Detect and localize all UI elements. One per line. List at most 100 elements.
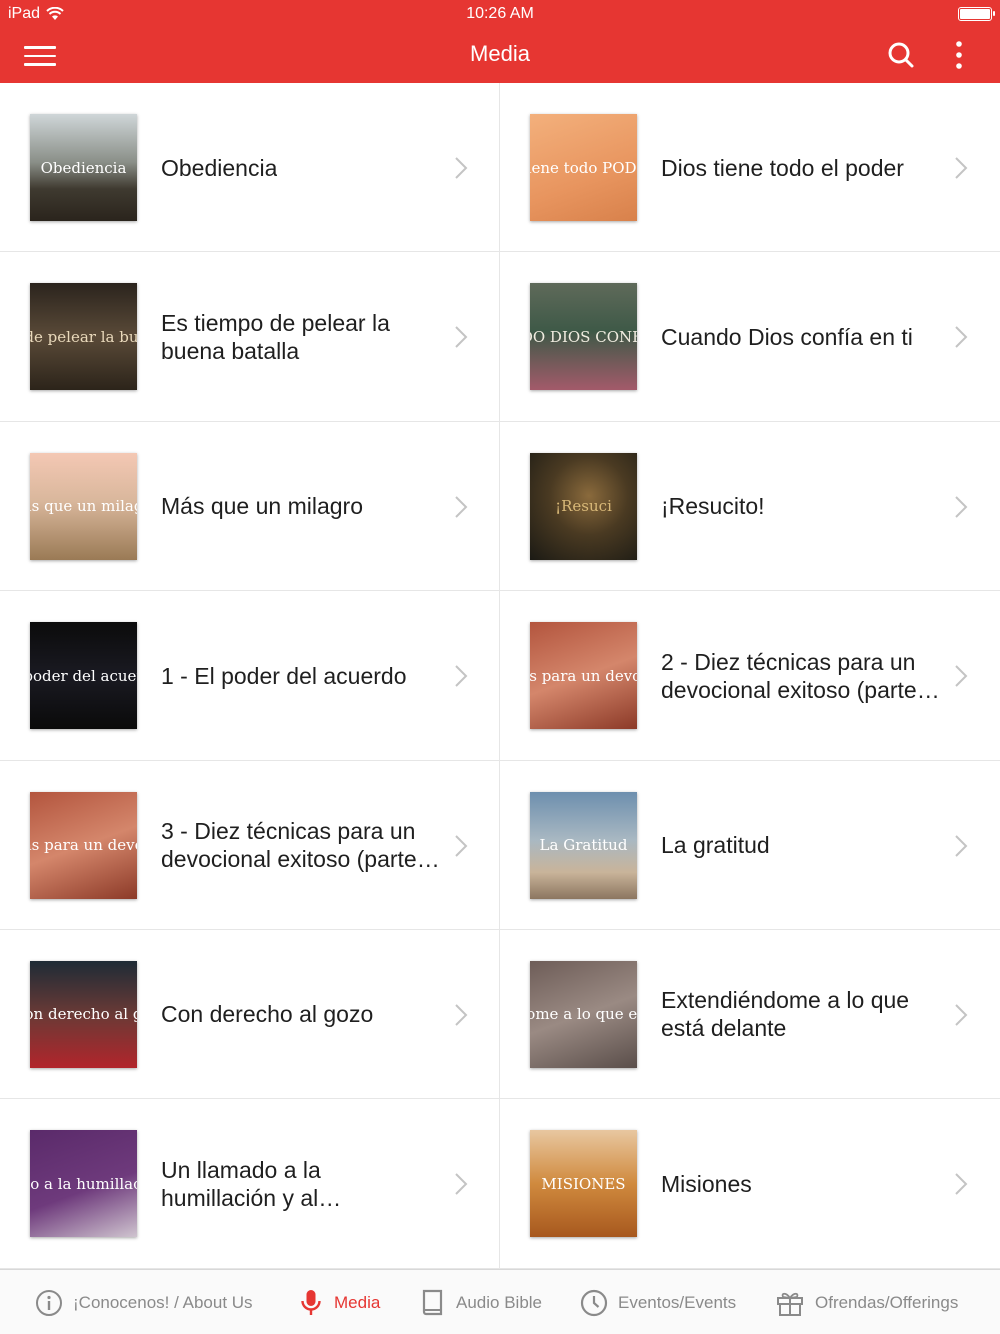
media-title: 2 - Diez técnicas para un devocional exi… xyxy=(661,648,917,703)
chevron-right-icon xyxy=(455,1173,468,1196)
chevron-right-icon xyxy=(455,1004,468,1026)
media-title-wrap: Cuando Dios confía en ti xyxy=(661,252,941,421)
thumbnail-caption: NDO DIOS CONFÍA xyxy=(530,327,637,346)
media-title: 1 - El poder del acuerdo xyxy=(161,662,407,689)
media-grid: Obediencia Obediencia s tiene todo PODER Di… xyxy=(0,83,1000,1269)
chevron-right-icon xyxy=(955,1004,968,1026)
thumbnail-caption: Obediencia xyxy=(40,158,127,177)
chevron-right-icon xyxy=(455,157,468,179)
thumbnail-caption: po de pelear la buena xyxy=(30,327,137,346)
book-icon xyxy=(422,1289,443,1315)
media-title: Obediencia xyxy=(161,154,278,181)
thumbnail-caption: on derecho al g xyxy=(30,1005,137,1024)
media-title: Un llamado a la humillación y al arrepen… xyxy=(161,1156,321,1211)
media-title: Más que un milagro xyxy=(161,493,363,520)
media-title-wrap: Más que un milagro xyxy=(161,422,441,591)
media-list-item[interactable]: écnicas para un devociona 3 - Diez técnic… xyxy=(0,760,500,930)
media-thumbnail: l poder del acuerd xyxy=(30,622,137,730)
media-list-item[interactable]: on derecho al g Con derecho al gozo xyxy=(0,929,500,1100)
media-title-wrap: Extendiéndome a lo que está delante xyxy=(661,930,941,1099)
tab-offerings[interactable]: Ofrendas/Offerings xyxy=(775,1270,958,1334)
chevron-right-icon xyxy=(455,834,468,857)
thumbnail-caption: nado a la humillación xyxy=(30,1174,137,1193)
media-list-item[interactable]: Obediencia Obediencia xyxy=(0,83,500,253)
thumbnail-caption: Más que un milagro xyxy=(30,497,137,516)
thumbnail-caption: l poder del acuerd xyxy=(30,666,137,685)
media-thumbnail: écnicas para un devocional xyxy=(530,622,637,730)
nav-bar: Media xyxy=(0,28,1000,83)
thumbnail-caption: écnicas para un devocional xyxy=(530,666,637,685)
media-title-wrap: 1 - El poder del acuerdo xyxy=(161,591,441,760)
media-title-wrap: Con derecho al gozo xyxy=(161,930,441,1099)
media-title-wrap: Un llamado a la humillación y al arrepen… xyxy=(161,1099,441,1268)
tab-label: Audio Bible xyxy=(456,1292,543,1312)
media-list-item[interactable]: La Gratitud La gratitud xyxy=(500,761,1000,930)
info-icon xyxy=(36,1289,62,1316)
media-title-wrap: 2 - Diez técnicas para un devocional exi… xyxy=(661,591,941,760)
media-list-item[interactable]: écnicas para un devocional 2 - Diez técni… xyxy=(500,591,1000,761)
media-list-item[interactable]: nado a la humillación Un llamado a la hum… xyxy=(0,1099,500,1269)
media-thumbnail: MISIONES xyxy=(530,1130,637,1238)
thumbnail-caption: La Gratitud xyxy=(539,836,628,855)
status-time: 10:26 AM xyxy=(466,5,534,22)
media-list-item[interactable]: ndome a lo que está Extendiéndome a lo qu… xyxy=(500,930,1000,1100)
media-thumbnail: Obediencia xyxy=(30,114,137,221)
media-title: Misiones xyxy=(661,1170,752,1197)
media-list-item[interactable]: s tiene todo PODER Dios tiene todo el pod… xyxy=(500,83,1000,253)
tab-label: Eventos/Events xyxy=(618,1292,737,1312)
media-list-item[interactable]: MISIONES Misiones xyxy=(500,1099,1000,1269)
search-icon[interactable] xyxy=(886,40,916,70)
media-list-item[interactable]: po de pelear la buena Es tiempo de pelear… xyxy=(0,252,500,422)
page-title: Media xyxy=(470,41,530,66)
tab-bar: ¡Conocenos! / About Us Media Audio Bible… xyxy=(0,1269,1000,1334)
media-title: Con derecho al gozo xyxy=(161,1001,374,1028)
tab-label: ¡Conocenos! / About Us xyxy=(73,1292,253,1312)
media-title-wrap: 3 - Diez técnicas para un devocional exi… xyxy=(161,761,441,930)
media-thumbnail: NDO DIOS CONFÍA xyxy=(530,283,637,391)
media-title: Es tiempo de pelear la buena batalla xyxy=(161,309,390,364)
battery-icon xyxy=(958,7,995,21)
media-thumbnail: nado a la humillación xyxy=(30,1130,137,1238)
media-title: La gratitud xyxy=(661,832,770,859)
more-vertical-icon[interactable] xyxy=(944,38,974,72)
media-title-wrap: Misiones xyxy=(661,1099,941,1268)
media-title-wrap: Obediencia xyxy=(161,83,441,252)
chevron-right-icon xyxy=(955,1173,968,1196)
status-bar: iPad 10:26 AM xyxy=(0,0,1000,28)
chevron-right-icon xyxy=(455,665,468,687)
media-list-item[interactable]: NDO DIOS CONFÍA Cuando Dios confía en ti xyxy=(500,252,1000,422)
tab-label: Ofrendas/Offerings xyxy=(815,1292,959,1312)
clock-icon xyxy=(580,1289,608,1316)
media-title: 3 - Diez técnicas para un devocional exi… xyxy=(161,818,417,873)
media-list-item[interactable]: Más que un milagro Más que un milagro xyxy=(0,421,500,592)
chevron-right-icon xyxy=(455,326,468,349)
gift-icon xyxy=(777,1292,803,1316)
thumbnail-caption: écnicas para un devociona xyxy=(30,836,137,855)
chevron-right-icon xyxy=(955,834,968,857)
media-title-wrap: Es tiempo de pelear la buena batalla xyxy=(161,252,441,421)
media-title: Cuando Dios confía en ti xyxy=(661,323,913,350)
tab-audio-bible[interactable]: Audio Bible xyxy=(420,1270,542,1334)
thumbnail-caption: ¡Resuci xyxy=(555,497,612,516)
chevron-right-icon xyxy=(955,496,968,518)
media-thumbnail: s tiene todo PODER xyxy=(530,114,637,221)
chevron-right-icon xyxy=(955,326,968,349)
header: iPad 10:26 AM Media xyxy=(0,0,1000,83)
media-thumbnail: La Gratitud xyxy=(530,791,637,899)
media-title-wrap: La gratitud xyxy=(661,761,941,930)
media-title: Extendiéndome a lo que está delante xyxy=(661,987,910,1042)
chevron-right-icon xyxy=(955,665,968,687)
media-title: ¡Resucito! xyxy=(661,493,765,520)
media-thumbnail: on derecho al g xyxy=(30,960,137,1068)
media-title-wrap: Dios tiene todo el poder xyxy=(661,83,941,252)
tab-label: Media xyxy=(334,1292,381,1312)
media-title: Dios tiene todo el poder xyxy=(661,154,904,181)
media-list-item[interactable]: l poder del acuerd 1 - El poder del acuer… xyxy=(0,591,500,761)
media-list-item[interactable]: ¡Resuci ¡Resucito! xyxy=(500,422,1000,592)
thumbnail-caption: MISIONES xyxy=(541,1174,626,1193)
tab-events[interactable]: Eventos/Events xyxy=(580,1270,736,1334)
thumbnail-caption: ndome a lo que está xyxy=(530,1005,637,1024)
chevron-right-icon xyxy=(955,157,968,179)
tab-about-us[interactable]: ¡Conocenos! / About Us xyxy=(35,1270,253,1334)
tab-media[interactable]: Media xyxy=(298,1270,380,1334)
